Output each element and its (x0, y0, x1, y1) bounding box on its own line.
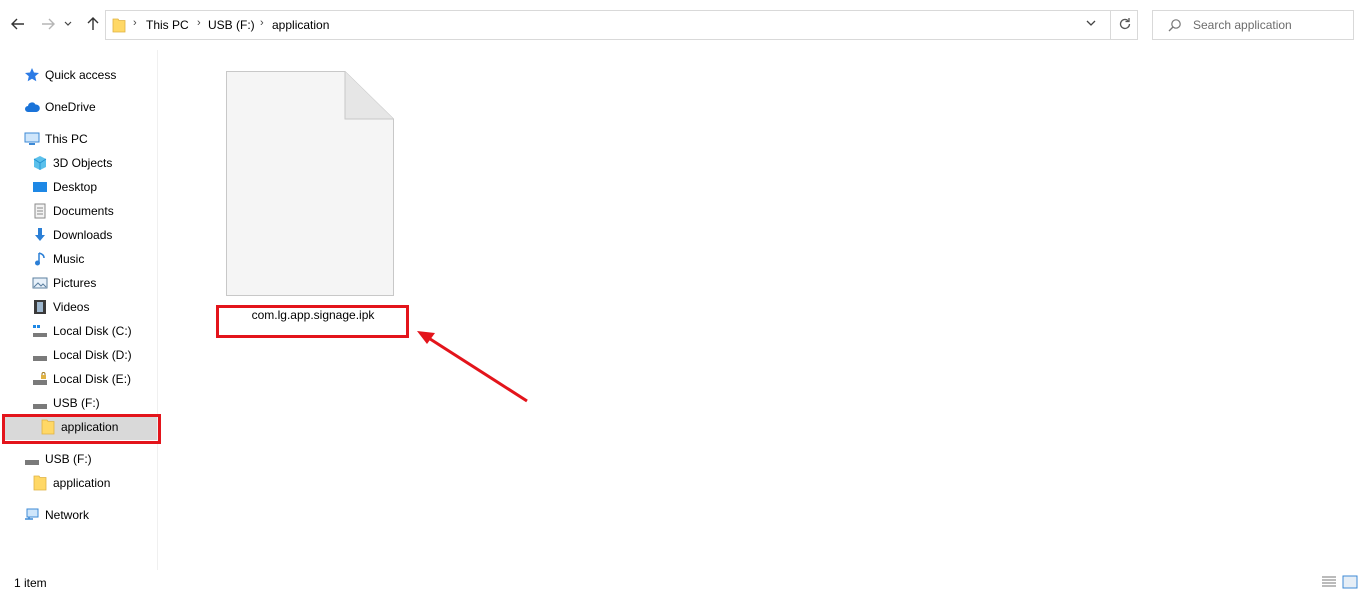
breadcrumb-application[interactable]: application (272, 18, 329, 32)
sidebar-item-label: Desktop (53, 180, 98, 194)
large-icons-view-icon[interactable] (1342, 575, 1358, 589)
arrow-right-icon (42, 18, 55, 30)
recent-locations-button[interactable] (61, 13, 75, 35)
folder-icon (112, 18, 126, 33)
network-icon (24, 507, 40, 523)
sidebar-item-label: OneDrive (45, 100, 96, 114)
breadcrumb-separator: › (197, 17, 201, 29)
video-icon (32, 299, 48, 315)
breadcrumb-separator: › (133, 17, 137, 29)
status-bar: 1 item (0, 570, 1365, 595)
sidebar-item-label: Downloads (53, 228, 113, 242)
sidebar-item-this-pc[interactable]: This PC (24, 128, 88, 150)
sidebar-item-label: Videos (53, 300, 90, 314)
document-icon (32, 203, 48, 219)
picture-icon (32, 275, 48, 291)
item-count: 1 item (14, 576, 47, 590)
usb-drive-icon (32, 395, 48, 411)
star-icon (24, 67, 40, 83)
sidebar-item-label: Network (45, 508, 90, 522)
search-icon (1168, 19, 1181, 32)
address-bar[interactable]: › This PC › USB (F:) › application (105, 10, 1138, 40)
chevron-down-icon (64, 21, 72, 26)
sidebar-item-3d-objects[interactable]: 3D Objects (32, 152, 112, 174)
sidebar-item-usb-f[interactable]: USB (F:) (32, 392, 100, 414)
sidebar-item-onedrive[interactable]: OneDrive (24, 96, 96, 118)
sidebar-item-quick-access[interactable]: Quick access (24, 64, 116, 86)
desktop-icon (32, 179, 48, 195)
computer-icon (24, 131, 40, 147)
sidebar-item-application[interactable]: application (32, 472, 110, 494)
highlight-box-file (216, 305, 409, 338)
breadcrumb-separator: › (260, 17, 264, 29)
sidebar-item-music[interactable]: Music (32, 248, 84, 270)
sidebar-item-label: 3D Objects (53, 156, 113, 170)
sidebar-item-label: Pictures (53, 276, 97, 290)
search-box[interactable]: Search application (1152, 10, 1354, 40)
back-button[interactable] (7, 13, 29, 35)
navigation-toolbar: › This PC › USB (F:) › application Searc… (0, 0, 1365, 50)
refresh-icon[interactable] (1118, 17, 1132, 31)
sidebar-item-label: Music (53, 252, 85, 266)
arrow-up-icon (87, 17, 99, 30)
locked-drive-icon (32, 371, 48, 387)
sidebar-item-label: USB (F:) (45, 452, 92, 466)
sidebar-item-downloads[interactable]: Downloads (32, 224, 112, 246)
forward-button[interactable] (37, 13, 59, 35)
up-button[interactable] (82, 13, 104, 35)
sidebar-item-usb-f-root[interactable]: USB (F:) (24, 448, 92, 470)
navigation-pane: Quick access OneDrive This PC 3D Objects… (0, 50, 158, 570)
divider (1110, 11, 1111, 39)
sidebar-item-local-disk-d[interactable]: Local Disk (D:) (32, 344, 132, 366)
sidebar-item-local-disk-c[interactable]: Local Disk (C:) (32, 320, 132, 342)
cloud-icon (24, 99, 40, 115)
breadcrumb-this-pc[interactable]: This PC (146, 18, 189, 32)
sidebar-item-local-disk-e[interactable]: Local Disk (E:) (32, 368, 131, 390)
cube-icon (32, 155, 48, 171)
sidebar-item-desktop[interactable]: Desktop (32, 176, 97, 198)
sidebar-item-label: Documents (53, 204, 114, 218)
annotation-arrow (417, 331, 528, 403)
music-icon (32, 251, 48, 267)
sidebar-item-documents[interactable]: Documents (32, 200, 114, 222)
sidebar-item-label: Local Disk (D:) (53, 348, 132, 362)
sidebar-item-label: Quick access (45, 68, 117, 82)
search-placeholder: Search application (1193, 18, 1292, 32)
blank-file-icon (226, 71, 394, 296)
arrow-left-icon (11, 18, 24, 30)
sidebar-item-label: application (53, 476, 111, 490)
sidebar-item-pictures[interactable]: Pictures (32, 272, 96, 294)
file-list-pane: com.lg.app.signage.ipk (159, 50, 1365, 570)
usb-drive-icon (24, 451, 40, 467)
sidebar-item-label: USB (F:) (53, 396, 100, 410)
highlight-box-sidebar (2, 414, 161, 444)
drive-icon (32, 347, 48, 363)
folder-icon (32, 475, 48, 491)
sidebar-item-label: This PC (45, 132, 88, 146)
sidebar-item-label: Local Disk (C:) (53, 324, 132, 338)
chevron-down-icon[interactable] (1086, 19, 1096, 27)
download-icon (32, 227, 48, 243)
sidebar-item-network[interactable]: Network (24, 504, 89, 526)
breadcrumb-usb[interactable]: USB (F:) (208, 18, 255, 32)
details-view-icon[interactable] (1321, 575, 1337, 589)
sidebar-item-label: Local Disk (E:) (53, 372, 132, 386)
windows-drive-icon (32, 323, 48, 339)
sidebar-item-videos[interactable]: Videos (32, 296, 89, 318)
